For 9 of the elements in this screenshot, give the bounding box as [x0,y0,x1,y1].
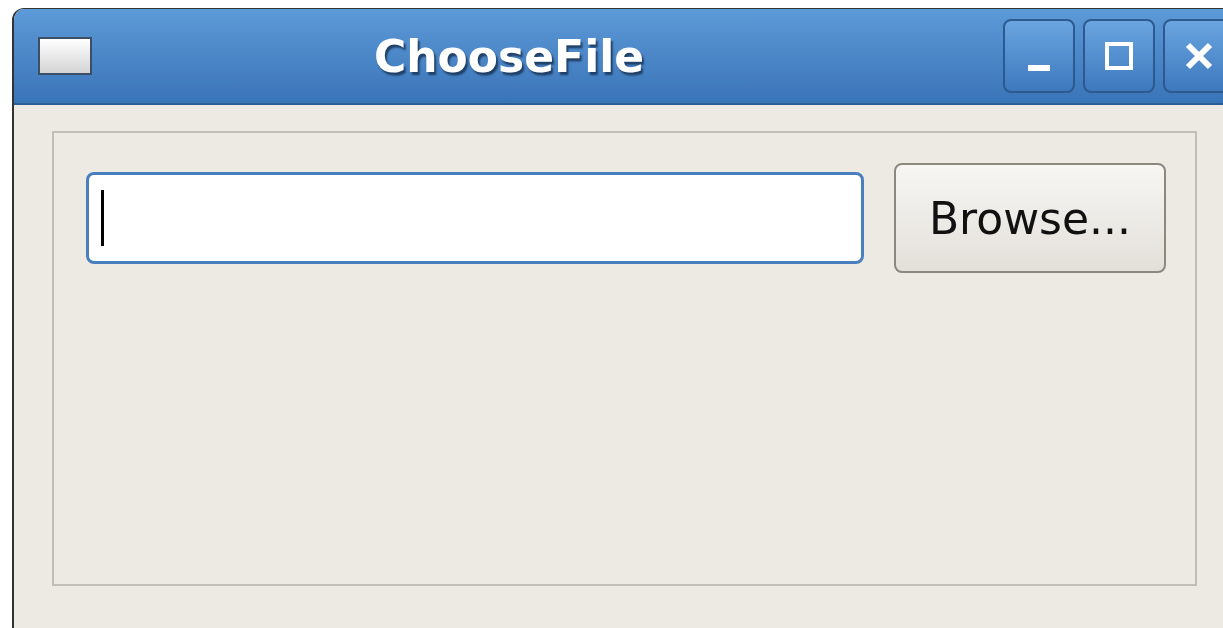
browse-button[interactable]: Browse... [894,163,1166,273]
maximize-icon [1102,39,1136,73]
close-button[interactable] [1163,19,1223,93]
minimize-button[interactable] [1003,19,1075,93]
maximize-button[interactable] [1083,19,1155,93]
minimize-icon [1028,65,1050,71]
window-title: ChooseFile [374,30,645,82]
file-path-field[interactable] [86,172,864,264]
window-icon [38,37,92,75]
